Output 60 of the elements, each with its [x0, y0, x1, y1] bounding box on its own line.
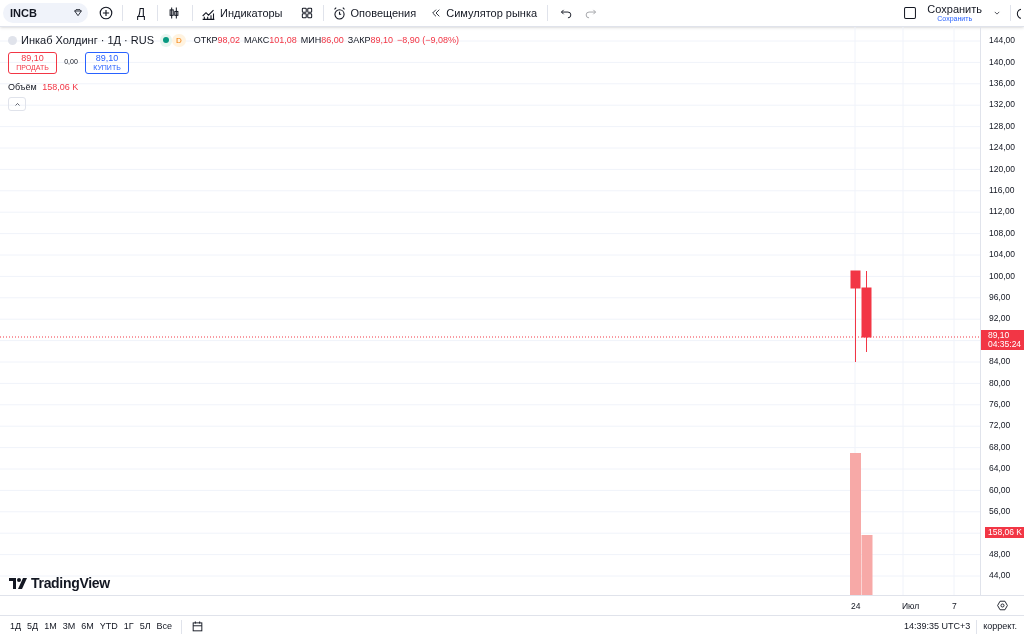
- logo-mark-icon: [9, 578, 27, 589]
- price-label: 144,00: [989, 34, 1015, 48]
- price-label: 140,00: [989, 55, 1015, 69]
- range-button[interactable]: Все: [153, 617, 176, 636]
- price-label: 56,00: [989, 504, 1011, 518]
- candles-icon: [167, 6, 181, 20]
- adjustment-button[interactable]: коррект.: [983, 619, 1017, 634]
- price-label: 112,00: [989, 205, 1015, 219]
- price-label: 132,00: [989, 98, 1015, 112]
- price-label: 100,00: [989, 269, 1015, 283]
- range-button[interactable]: 1Д: [7, 617, 25, 636]
- chart-title: Инкаб Холдинг · 1Д · RUS: [21, 33, 154, 48]
- price-label: 128,00: [989, 119, 1015, 133]
- grid-icon: [299, 6, 314, 20]
- volume-legend: Объём 158,06 K: [8, 80, 79, 94]
- price-label: 72,00: [989, 419, 1011, 433]
- range-button[interactable]: 3М: [59, 617, 79, 636]
- price-label: 92,00: [989, 312, 1011, 326]
- price-label: 104,00: [989, 248, 1015, 261]
- price-label: 48,00: [989, 547, 1011, 561]
- interval-button[interactable]: Д: [127, 2, 155, 24]
- symbol-logo-icon: [8, 35, 17, 45]
- price-label: 80,00: [989, 376, 1011, 390]
- range-button[interactable]: 5Д: [24, 617, 42, 636]
- price-label: 120,00: [989, 162, 1015, 176]
- symbol-search-field[interactable]: INCB: [3, 3, 88, 23]
- range-button[interactable]: YTD: [96, 617, 121, 636]
- range-button[interactable]: 1Г: [120, 617, 137, 636]
- price-label: 124,00: [989, 141, 1015, 154]
- logo-text: TradingView: [31, 574, 110, 593]
- last-price-tag: 89,10 04:35:24: [981, 330, 1024, 351]
- square-icon: [903, 6, 918, 20]
- time-label: Июл: [902, 600, 920, 613]
- volume-tag: 158,06 K: [985, 527, 1024, 539]
- price-label: 76,00: [989, 397, 1011, 411]
- range-button[interactable]: 5Л: [136, 617, 154, 636]
- calendar-icon: [190, 620, 204, 633]
- settings-icon[interactable]: [996, 600, 1008, 611]
- ohlc-values: ОТКР98,02 МАКС101,08 МИН86,00 ЗАКР89,10 −8,90 (−9,08%): [192, 33, 460, 47]
- price-label: 64,00: [989, 462, 1011, 475]
- price-label: 108,00: [989, 226, 1015, 240]
- price-label: 136,00: [989, 77, 1015, 90]
- replay-button[interactable]: Симулятор рынка: [426, 2, 542, 24]
- alerts-button[interactable]: Оповещения: [327, 2, 421, 24]
- price-label: 60,00: [989, 483, 1011, 497]
- time-label: 7: [952, 600, 957, 613]
- range-button[interactable]: 1М: [41, 617, 60, 636]
- price-label: 68,00: [989, 440, 1011, 454]
- price-label: 116,00: [989, 184, 1015, 197]
- price-label: 44,00: [989, 569, 1011, 582]
- price-label: 84,00: [989, 355, 1011, 368]
- indicators-button[interactable]: Индикаторы: [197, 2, 287, 24]
- price-label: 96,00: [989, 291, 1011, 304]
- data-source-badge: D: [172, 33, 186, 47]
- range-button[interactable]: 6М: [78, 617, 97, 636]
- diamond-icon: [72, 7, 84, 19]
- alarm-clock-icon: [331, 5, 347, 21]
- time-label: 24: [851, 600, 861, 613]
- clock-time[interactable]: 14:39:35 UTC+3: [903, 619, 971, 634]
- plus-circle-icon: [98, 5, 114, 21]
